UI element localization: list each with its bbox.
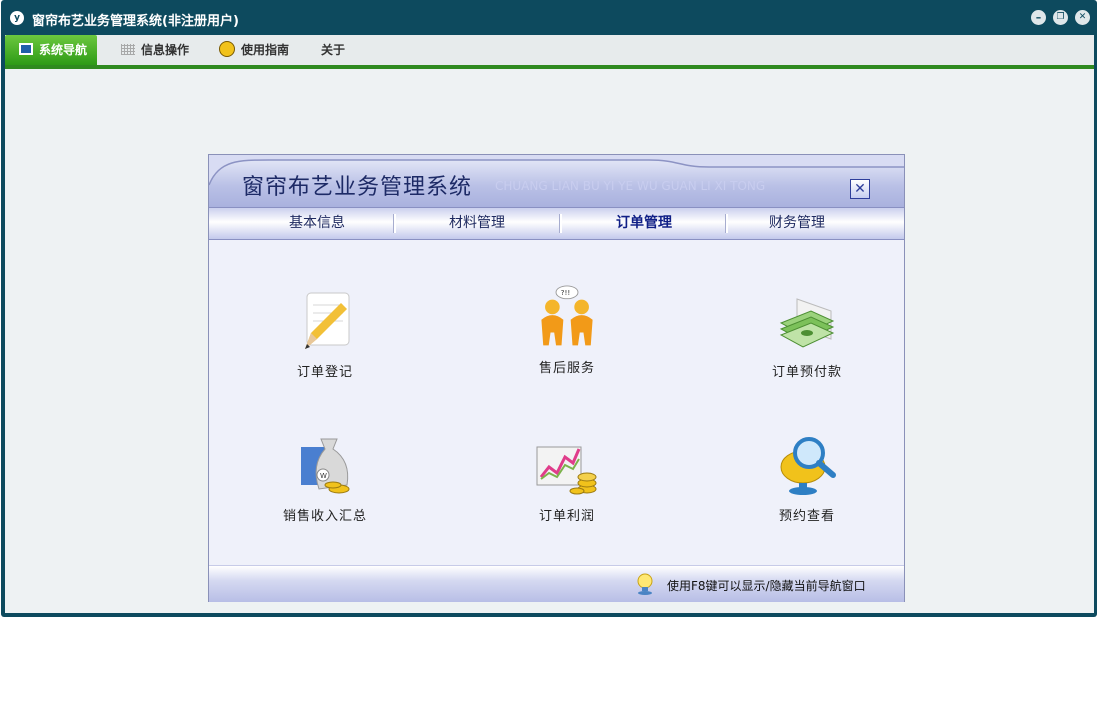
menu-item-about[interactable]: 关于 xyxy=(321,35,345,65)
tile-label: 预约查看 xyxy=(778,509,835,524)
money-bag-icon: W xyxy=(301,438,350,494)
menu-item-label: 使用指南 xyxy=(241,43,290,57)
menu-item-user-guide[interactable]: 使用指南 xyxy=(219,35,289,65)
title-bar[interactable]: y 窗帘布艺业务管理系统(非注册用户) – ❐ ✕ xyxy=(1,0,1097,35)
people-question-icon: ?!! xyxy=(541,285,593,346)
menu-item-label: 系统导航 xyxy=(39,43,88,57)
compass-icon xyxy=(219,41,235,57)
tab-finance[interactable]: 财务管理 xyxy=(714,208,880,239)
nav-title: 窗帘布艺业务管理系统 xyxy=(242,175,473,200)
tile-label: 订单登记 xyxy=(296,365,353,380)
tile-label: 销售收入汇总 xyxy=(282,509,367,524)
navigation-panel: 窗帘布艺业务管理系统 CHUANG LIAN BU YI YE WU GUAN … xyxy=(208,154,905,602)
nav-header: 窗帘布艺业务管理系统 CHUANG LIAN BU YI YE WU GUAN … xyxy=(209,155,904,207)
tab-materials[interactable]: 材料管理 xyxy=(394,208,560,239)
menu-accent-line xyxy=(5,65,1094,69)
tile-label: 订单利润 xyxy=(538,509,595,524)
svg-text:W: W xyxy=(320,472,327,480)
magnifier-monitor-icon xyxy=(780,437,836,495)
menu-item-label: 关于 xyxy=(321,43,346,57)
menu-item-system-nav[interactable]: 系统导航 xyxy=(5,35,98,65)
tile-label: 售后服务 xyxy=(538,361,595,376)
minimize-button[interactable]: – xyxy=(1031,10,1046,25)
menu-bar: 系统导航 信息操作 使用指南 关于 xyxy=(5,35,1094,65)
tile-label: 订单预付款 xyxy=(771,365,842,380)
profit-chart-coins-icon xyxy=(536,446,597,495)
tile-order-prepayment[interactable]: 订单预付款 xyxy=(717,289,897,399)
window-title: 窗帘布艺业务管理系统(非注册用户) xyxy=(32,14,239,29)
tile-order-register[interactable]: 订单登记 xyxy=(235,289,415,399)
close-button[interactable]: ✕ xyxy=(1075,10,1090,25)
lightbulb-icon xyxy=(637,573,653,595)
tab-basic-info[interactable]: 基本信息 xyxy=(234,208,400,239)
pencil-notepad-icon xyxy=(305,292,350,349)
tile-appointments[interactable]: 预约查看 xyxy=(717,433,897,543)
tile-after-sales[interactable]: ?!! 售后服务 xyxy=(477,285,657,395)
monitor-icon xyxy=(19,43,33,55)
grid-icon xyxy=(121,44,135,55)
tile-sales-summary[interactable]: W 销售收入汇总 xyxy=(235,433,415,543)
menu-item-info-ops[interactable]: 信息操作 xyxy=(121,35,189,65)
menu-item-label: 信息操作 xyxy=(141,43,190,57)
nav-footer: 使用F8键可以显示/隐藏当前导航窗口 xyxy=(209,565,904,602)
footer-hint: 使用F8键可以显示/隐藏当前导航窗口 xyxy=(667,579,866,593)
app-logo-icon: y xyxy=(10,11,24,25)
nav-close-button[interactable]: ✕ xyxy=(850,179,870,199)
tile-order-profit[interactable]: 订单利润 xyxy=(477,433,657,543)
restore-button[interactable]: ❐ xyxy=(1053,10,1068,25)
svg-text:?!!: ?!! xyxy=(561,288,571,297)
nav-subtitle: CHUANG LIAN BU YI YE WU GUAN LI XI TONG xyxy=(495,179,766,193)
nav-tab-bar: 基本信息 材料管理 订单管理 财务管理 xyxy=(209,207,904,240)
tab-orders[interactable]: 订单管理 xyxy=(561,208,727,239)
money-bills-icon xyxy=(779,298,835,348)
